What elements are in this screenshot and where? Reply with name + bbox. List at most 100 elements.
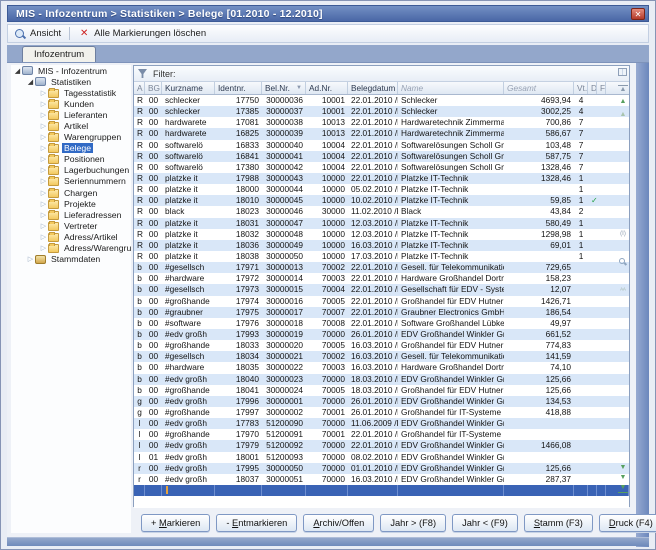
table-row[interactable]: g00#großhande17997300000027000126.01.201… bbox=[134, 407, 629, 418]
table-row[interactable]: l01#edv großh18001512000937000008.02.201… bbox=[134, 452, 629, 463]
column-header-kurzname[interactable]: Kurzname bbox=[162, 82, 215, 94]
table-row[interactable]: b00#großhande18041300000247000518.03.201… bbox=[134, 385, 629, 396]
table-row[interactable]: l00#großhande17970512000917000122.01.201… bbox=[134, 429, 629, 440]
stamm-f3-button[interactable]: Stamm (F3) bbox=[524, 514, 593, 532]
column-header-vt[interactable]: Vt. bbox=[574, 82, 588, 94]
selected-row[interactable] bbox=[134, 485, 629, 496]
tree-item-projekte[interactable]: ▷Projekte bbox=[11, 198, 131, 209]
close-button[interactable]: ✕ bbox=[631, 8, 645, 20]
tree-item-artikel[interactable]: ▷Artikel bbox=[11, 120, 131, 131]
table-row[interactable]: b00#hardware18035300000227000316.03.2010… bbox=[134, 362, 629, 373]
archiv-offen-button[interactable]: Archiv/Offen bbox=[303, 514, 374, 532]
collapsed-arrow-icon[interactable]: ▷ bbox=[39, 211, 48, 219]
collapsed-arrow-icon[interactable]: ▷ bbox=[39, 122, 48, 130]
tree-item-lagerbuchungen[interactable]: ▷Lagerbuchungen bbox=[11, 165, 131, 176]
druck-f4-button[interactable]: Druck (F4) bbox=[599, 514, 656, 532]
column-header-f[interactable]: F bbox=[597, 82, 606, 94]
expanded-arrow-icon[interactable]: ◢ bbox=[26, 78, 35, 86]
table-row[interactable]: R00black18023300000463000011.02.2010 /Do… bbox=[134, 206, 629, 217]
collapsed-arrow-icon[interactable]: ▷ bbox=[39, 111, 48, 119]
title-bar[interactable]: MIS - Infozentrum > Statistiken > Belege… bbox=[7, 5, 649, 22]
column-header-bel-nr[interactable]: Bel.Nr.▼ bbox=[262, 82, 306, 94]
table-row[interactable]: R00schlecker17750300000361000122.01.2010… bbox=[134, 95, 629, 106]
tree-item-tagesstatistik[interactable]: ▷Tagesstatistik bbox=[11, 87, 131, 98]
tree-item-seriennummern[interactable]: ▷Seriennummern bbox=[11, 176, 131, 187]
tab-infozentrum[interactable]: Infozentrum bbox=[22, 46, 96, 62]
markieren-button[interactable]: + Markieren bbox=[141, 514, 210, 532]
table-cell: 7 bbox=[574, 117, 588, 128]
table-row[interactable]: b00#graubner17975300000177000722.01.2010… bbox=[134, 307, 629, 318]
collapsed-arrow-icon[interactable]: ▷ bbox=[39, 100, 48, 108]
table-row[interactable]: R00schlecker17385300000371000122.01.2010… bbox=[134, 106, 629, 117]
column-header-bg[interactable]: BG bbox=[145, 82, 162, 94]
table-row[interactable]: b00#hardware17972300000147000322.01.2010… bbox=[134, 273, 629, 284]
collapsed-arrow-icon[interactable]: ▷ bbox=[39, 155, 48, 163]
tree-item-stammdaten[interactable]: ▷Stammdaten bbox=[11, 254, 131, 265]
collapsed-arrow-icon[interactable]: ▷ bbox=[39, 200, 48, 208]
table-row[interactable]: b00#gesellsch17973300000157000422.01.201… bbox=[134, 284, 629, 295]
collapsed-arrow-icon[interactable]: ▷ bbox=[26, 255, 35, 263]
tree-item-lieferanten[interactable]: ▷Lieferanten bbox=[11, 109, 131, 120]
table-row[interactable]: R00platzke it18038300000501000017.03.201… bbox=[134, 251, 629, 262]
table-cell: 1 bbox=[574, 195, 588, 206]
expanded-arrow-icon[interactable]: ◢ bbox=[13, 67, 22, 75]
tree-item-vertreter[interactable]: ▷Vertreter bbox=[11, 220, 131, 231]
column-header-name[interactable]: Name bbox=[398, 82, 504, 94]
table-row[interactable]: b00#großhande17974300000167000522.01.201… bbox=[134, 296, 629, 307]
table-row[interactable]: R00hardwarete16825300000391001322.01.201… bbox=[134, 128, 629, 139]
table-row[interactable]: l00#edv großh17783512000907000011.06.200… bbox=[134, 418, 629, 429]
collapsed-arrow-icon[interactable]: ▷ bbox=[39, 144, 48, 152]
table-row[interactable]: R00platzke it17988300000431000022.01.201… bbox=[134, 173, 629, 184]
table-row[interactable]: R00hardwarete17081300000381001322.01.201… bbox=[134, 117, 629, 128]
tree-item-chargen[interactable]: ▷Chargen bbox=[11, 187, 131, 198]
tree-item-kunden[interactable]: ▷Kunden bbox=[11, 98, 131, 109]
filter-row[interactable]: Filter: bbox=[134, 66, 629, 82]
table-row[interactable]: R00softwarelö17380300000421000422.01.201… bbox=[134, 162, 629, 173]
column-header-identnr[interactable]: Identnr. bbox=[215, 82, 262, 94]
table-row[interactable]: R00softwarelö16833300000401000422.01.201… bbox=[134, 140, 629, 151]
table-row[interactable]: R00platzke it18000300000441000005.02.201… bbox=[134, 184, 629, 195]
table-row[interactable]: b00#edv großh17993300000197000026.01.201… bbox=[134, 329, 629, 340]
table-row[interactable]: b00#edv großh18040300000237000018.03.201… bbox=[134, 374, 629, 385]
column-header-ad-nr[interactable]: Ad.Nr. bbox=[306, 82, 348, 94]
collapsed-arrow-icon[interactable]: ▷ bbox=[39, 89, 48, 97]
collapsed-arrow-icon[interactable]: ▷ bbox=[39, 177, 48, 185]
collapsed-arrow-icon[interactable]: ▷ bbox=[39, 222, 48, 230]
table-row[interactable]: R00platzke it18031300000471000012.03.201… bbox=[134, 218, 629, 229]
table-row[interactable]: b00#software17976300000187000822.01.2010… bbox=[134, 318, 629, 329]
tree-item-lieferadressen[interactable]: ▷Lieferadressen bbox=[11, 209, 131, 220]
table-row[interactable]: r00#edv großh18037300000517000016.03.201… bbox=[134, 474, 629, 485]
clear-marks-button[interactable]: ✕ Alle Markierungen löschen bbox=[72, 25, 212, 42]
collapsed-arrow-icon[interactable]: ▷ bbox=[39, 244, 48, 252]
jahr-f9-button[interactable]: Jahr < (F9) bbox=[452, 514, 518, 532]
collapsed-arrow-icon[interactable]: ▷ bbox=[39, 189, 48, 197]
table-row[interactable]: R00softwarelö16841300000411000422.01.201… bbox=[134, 151, 629, 162]
jahr-f8-button[interactable]: Jahr > (F8) bbox=[380, 514, 446, 532]
selected-row-filler bbox=[606, 485, 629, 496]
table-row[interactable]: b00#großhande18033300000207000516.03.201… bbox=[134, 340, 629, 351]
column-header-belegdatum[interactable]: Belegdatum bbox=[348, 82, 398, 94]
table-row[interactable]: l00#edv großh17979512000927000022.01.201… bbox=[134, 440, 629, 451]
table-row[interactable]: R00platzke it18032300000481000012.03.201… bbox=[134, 229, 629, 240]
tree-item-mis-infozentrum[interactable]: ◢MIS - Infozentrum bbox=[11, 65, 131, 76]
tree-item-adress-warengruppen[interactable]: ▷Adress/Warengruppen bbox=[11, 243, 131, 254]
table-row[interactable]: b00#gesellsch18034300000217000216.03.201… bbox=[134, 351, 629, 362]
column-header-d[interactable]: D bbox=[588, 82, 597, 94]
tree-item-belege[interactable]: ▷Belege bbox=[11, 143, 131, 154]
tree-item-positionen[interactable]: ▷Positionen bbox=[11, 154, 131, 165]
tree-item-warengruppen[interactable]: ▷Warengruppen bbox=[11, 132, 131, 143]
column-header-gesamt[interactable]: Gesamt bbox=[504, 82, 574, 94]
ansicht-button[interactable]: Ansicht bbox=[8, 25, 67, 42]
table-row[interactable]: b00#gesellsch17971300000137000222.01.201… bbox=[134, 262, 629, 273]
collapsed-arrow-icon[interactable]: ▷ bbox=[39, 166, 48, 174]
tree-item-statistiken[interactable]: ◢Statistiken bbox=[11, 76, 131, 87]
table-row[interactable]: r00#edv großh17995300000507000001.01.201… bbox=[134, 463, 629, 474]
column-header-a[interactable]: A bbox=[134, 82, 145, 94]
collapsed-arrow-icon[interactable]: ▷ bbox=[39, 233, 48, 241]
entmarkieren-button[interactable]: - Entmarkieren bbox=[216, 514, 297, 532]
table-row[interactable]: R00platzke it18036300000491000016.03.201… bbox=[134, 240, 629, 251]
tree-item-adress-artikel[interactable]: ▷Adress/Artikel bbox=[11, 231, 131, 242]
table-row[interactable]: g00#edv großh17996300000017000026.01.201… bbox=[134, 396, 629, 407]
table-row[interactable]: R00platzke it18010300000451000010.02.201… bbox=[134, 195, 629, 206]
collapsed-arrow-icon[interactable]: ▷ bbox=[39, 133, 48, 141]
